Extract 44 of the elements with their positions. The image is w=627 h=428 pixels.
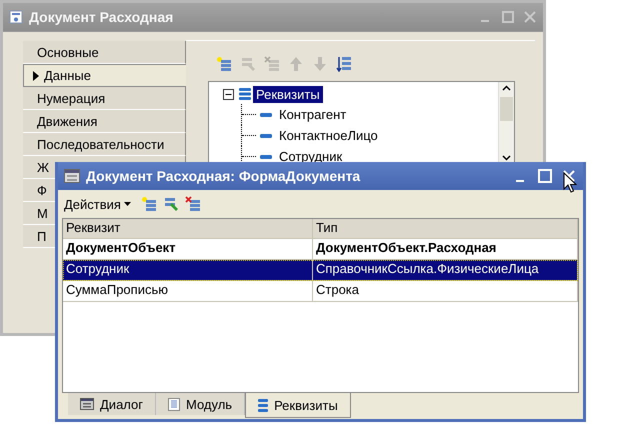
table-row[interactable]: СуммаПрописью Строка: [63, 281, 578, 302]
field-icon: [260, 154, 272, 158]
sidebar-item[interactable]: Данные: [23, 64, 186, 87]
text-document-icon: [168, 398, 180, 410]
sidebar-item[interactable]: Нумерация: [23, 87, 186, 110]
sidebar-item[interactable]: Основные: [23, 41, 186, 64]
table-cell: ДокументОбъект.Расходная: [313, 239, 578, 259]
delete-icon[interactable]: [184, 196, 201, 212]
scrollbar[interactable]: [498, 82, 514, 164]
add-icon[interactable]: [140, 196, 157, 212]
column-header[interactable]: Реквизит: [63, 219, 313, 238]
tree-item[interactable]: КонтактноеЛицо: [276, 127, 381, 144]
window-title: Документ Расходная: ФормаДокумента: [86, 168, 360, 184]
add-icon[interactable]: [216, 56, 232, 72]
table-cell: СуммаПрописью: [63, 281, 313, 301]
tab[interactable]: Реквизиты: [245, 393, 351, 418]
mouse-pointer-icon: [563, 172, 577, 194]
document-icon: [9, 10, 23, 24]
table-cell: СправочникСсылка.ФизическиеЛица: [313, 260, 578, 280]
tree-item[interactable]: Реквизиты: [253, 86, 323, 102]
column-header[interactable]: Тип: [313, 219, 578, 238]
window-title: Документ Расходная: [29, 9, 174, 25]
tree-item[interactable]: Контрагент: [276, 106, 350, 123]
form-icon: [64, 169, 80, 183]
table-cell: Строка: [313, 281, 578, 301]
form-icon: [80, 398, 94, 410]
sidebar-item[interactable]: Последовательности: [23, 133, 186, 156]
stack-icon: [239, 88, 251, 100]
field-icon: [260, 112, 272, 116]
edit-icon[interactable]: [162, 196, 179, 212]
stack-icon: [258, 398, 268, 412]
tree-item[interactable]: Сотрудник: [276, 148, 346, 164]
actions-menu[interactable]: Действия: [64, 196, 131, 212]
tab[interactable]: Диалог: [68, 393, 156, 415]
field-icon: [260, 134, 272, 138]
sort-icon[interactable]: [336, 56, 352, 72]
collapse-icon[interactable]: [223, 88, 234, 100]
close-icon[interactable]: [561, 168, 577, 184]
table-cell: Сотрудник: [63, 260, 313, 280]
sidebar-item[interactable]: Движения: [23, 110, 186, 133]
table-row[interactable]: Сотрудник СправочникСсылка.ФизическиеЛица: [63, 260, 578, 281]
table-cell: ДокументОбъект: [63, 239, 313, 259]
tab[interactable]: Модуль: [156, 393, 246, 415]
scroll-thumb[interactable]: [500, 97, 513, 121]
